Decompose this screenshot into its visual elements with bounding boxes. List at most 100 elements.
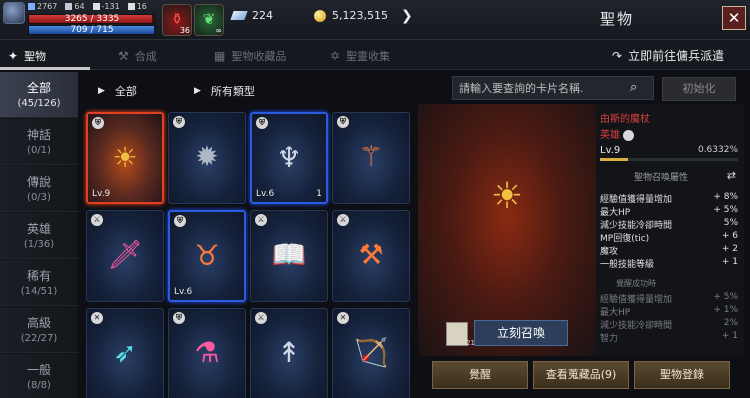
herb-count: ∞	[215, 26, 222, 35]
attr-value: + 1%	[713, 305, 738, 315]
relic-card[interactable]: ✕ 🏹	[332, 308, 410, 398]
category-hero[interactable]: 英雄 (1/36)	[0, 213, 78, 259]
herb-slot[interactable]: ❦ ∞	[194, 4, 224, 36]
relic-card[interactable]: ⛨ ♉ Lv.6	[168, 210, 246, 302]
shield-badge-icon: ⛨	[173, 312, 185, 324]
relic-name: 由斯的魔杖	[600, 114, 650, 125]
category-name: 全部	[26, 81, 51, 95]
category-advanced[interactable]: 高級 (22/27)	[0, 307, 78, 353]
attr-row: MP回復(tic) + 6	[600, 231, 738, 244]
bow-icon: 🏹	[353, 336, 389, 369]
relic-grade-label: 英雄	[600, 130, 620, 141]
relic-exp-bar	[600, 158, 738, 161]
page-title: 聖物	[600, 10, 635, 28]
dispatch-label: 立即前往傭兵派遣	[628, 49, 725, 63]
close-button[interactable]: ✕	[722, 6, 746, 30]
attr-value: 5%	[723, 218, 738, 228]
awaken-button[interactable]: 覺醒	[432, 361, 528, 389]
spiked-mace-icon: ✹	[195, 140, 219, 173]
category-name: 稀有	[26, 269, 51, 283]
relic-card[interactable]: ⚔ ↟	[250, 308, 328, 398]
attr-row: 最大HP + 5%	[600, 205, 738, 218]
potion-slot[interactable]: ⚱ 36	[162, 4, 192, 36]
attr-name: 魔攻	[600, 247, 619, 257]
awaken-attr-row: 最大HP + 1%	[600, 305, 738, 318]
category-count: (0/1)	[27, 145, 51, 156]
redo-arrow-icon: ↷	[612, 48, 623, 63]
card-search-input[interactable]	[452, 76, 654, 100]
summon-scroll-icon: 21	[446, 322, 475, 347]
relic-preview: ☀	[418, 104, 596, 356]
awaken-attr-row: 減少技能冷卻時間 2%	[600, 318, 738, 331]
awaken-attr-row: 經驗值獲得量增加 + 5%	[600, 292, 738, 305]
relic-grade: 英雄	[600, 126, 634, 141]
triangle-right-icon: ▶	[194, 86, 201, 96]
tab-combine[interactable]: ⚒ 合成	[118, 48, 157, 64]
sword-badge-icon: ⚔	[255, 214, 267, 226]
attr-name: 經驗值獲得量增加	[600, 295, 673, 305]
view-collection-button[interactable]: 查看蒐藏品(9)	[533, 361, 629, 389]
relic-card[interactable]: ⚔ ⚒	[332, 210, 410, 302]
category-legend[interactable]: 傳說 (0/3)	[0, 166, 78, 212]
category-count: (8/8)	[27, 380, 51, 391]
register-relic-button[interactable]: 聖物登錄	[634, 361, 730, 389]
stat-2: 64	[65, 2, 85, 11]
tab-spirit[interactable]: ✡ 聖靈收集	[330, 48, 390, 64]
relic-card[interactable]: ⛨ ♆ Lv.6 1	[250, 112, 328, 204]
relic-card[interactable]: ⚔ 🗡	[86, 210, 164, 302]
summon-now-button[interactable]: 立刻召喚	[474, 320, 568, 346]
tab-relic[interactable]: ✦ 聖物	[8, 48, 46, 64]
relic-card[interactable]: ⛨ ⚗	[168, 308, 246, 398]
stat-4: 16	[127, 2, 147, 11]
diamond-value: 224	[252, 9, 273, 22]
relic-card[interactable]: ✕ ➶	[86, 308, 164, 398]
grade-filter-value: 全部	[114, 85, 137, 98]
spear-icon: ↟	[277, 336, 301, 369]
category-sidebar: 全部 (45/126) 神話 (0/1) 傳說 (0/3) 英雄 (1/36) …	[0, 72, 78, 398]
type-filter-dropdown[interactable]: ▶ 所有類型	[194, 83, 255, 99]
potions-icon: ⚗	[194, 336, 220, 369]
attr-name: 最大HP	[600, 208, 631, 218]
category-count: (1/36)	[23, 239, 55, 250]
attr-value: + 8%	[713, 192, 738, 202]
swap-arrows-icon[interactable]: ⇄	[727, 169, 736, 182]
card-level: Lv.6	[256, 189, 275, 199]
potion-count: 36	[179, 26, 190, 35]
section-title: 聖物召喚屬性	[634, 173, 689, 183]
relic-card[interactable]: ⛨ ☀ Lv.9	[86, 112, 164, 204]
grade-filter-dropdown[interactable]: ▶ 全部	[98, 83, 137, 99]
spellbook-icon: 📖	[271, 238, 307, 271]
shield-badge-icon: ⛨	[174, 215, 186, 227]
category-all[interactable]: 全部 (45/126)	[0, 72, 78, 118]
relic-card[interactable]: ⚔ 📖	[250, 210, 328, 302]
category-common[interactable]: 一般 (8/8)	[0, 354, 78, 398]
relic-card[interactable]: ⛨ ⚚	[332, 112, 410, 204]
top-status-bar: 2767 64 -131 16 3265 / 3335 709 / 715 ⚱ …	[0, 0, 750, 40]
chevron-right-icon[interactable]: ❯	[401, 8, 413, 24]
initialize-button[interactable]: 初始化	[662, 77, 736, 101]
tab-collection-label: 聖物收藏品	[231, 50, 287, 63]
attr-name: MP回復(tic)	[600, 234, 650, 244]
search-icon[interactable]: ⌕	[630, 80, 637, 95]
crossbow-icon: ➶	[113, 336, 137, 369]
attr-row: 減少技能冷卻時間 5%	[600, 218, 738, 231]
player-avatar[interactable]	[3, 2, 25, 24]
star-icon: ✡	[330, 49, 341, 63]
crossed-badge-icon: ✕	[337, 312, 349, 324]
category-count: (22/27)	[20, 333, 58, 344]
attr-name: 減少技能冷卻時間	[600, 321, 673, 331]
category-myth[interactable]: 神話 (0/1)	[0, 119, 78, 165]
dispatch-link[interactable]: ↷ 立即前往傭兵派遣	[612, 47, 724, 64]
attr-name: 減少技能冷卻時間	[600, 221, 673, 231]
tab-collection[interactable]: ▦ 聖物收藏品	[214, 48, 286, 64]
relic-card[interactable]: ⛨ ✹	[168, 112, 246, 204]
attr-name: 智力	[600, 334, 619, 344]
category-rare[interactable]: 稀有 (14/51)	[0, 260, 78, 306]
category-name: 一般	[26, 363, 51, 377]
sun-scepter-preview-icon: ☀	[490, 176, 524, 217]
attr-value: + 5%	[713, 292, 738, 302]
pink-dagger-icon: 🗡	[107, 238, 143, 271]
attr-value: + 1	[721, 257, 738, 267]
category-name: 傳說	[26, 175, 51, 189]
category-count: (45/126)	[17, 98, 61, 109]
